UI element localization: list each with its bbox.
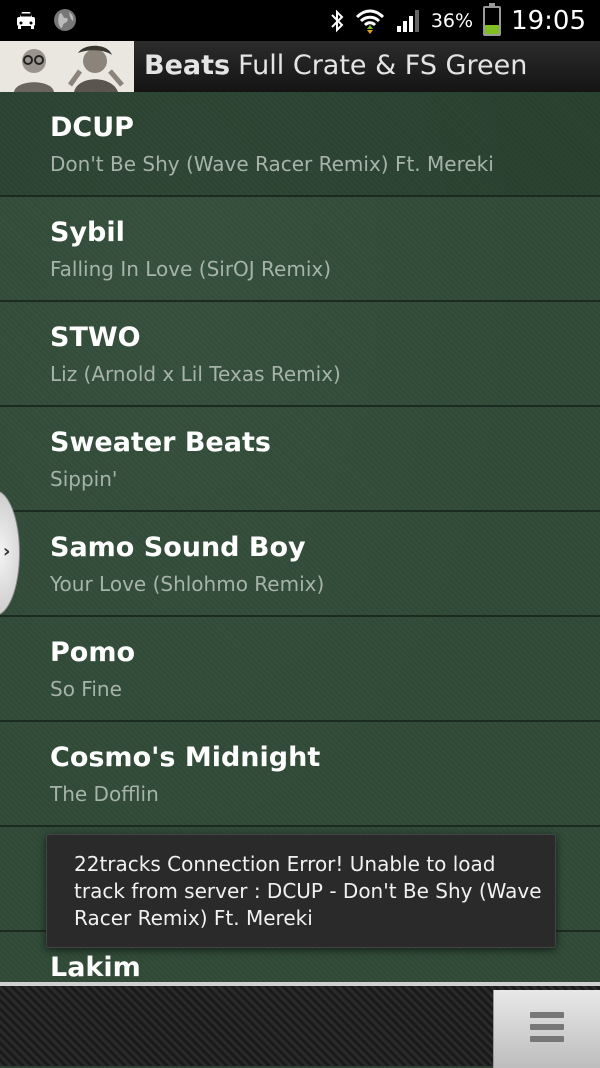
title-bar: Beats Full Crate & FS Green xyxy=(0,41,600,93)
track-title: Don't Be Shy (Wave Racer Remix) Ft. Mere… xyxy=(50,152,494,176)
signal-icon xyxy=(396,10,419,32)
track-row[interactable]: STWO Liz (Arnold x Lil Texas Remix) xyxy=(0,302,600,407)
toast-message: 22tracks Connection Error! Unable to loa… xyxy=(74,852,542,930)
track-artist: Samo Sound Boy xyxy=(50,532,306,563)
battery-icon xyxy=(483,3,502,36)
playlist-cover-art[interactable] xyxy=(0,41,134,92)
track-artist: Sybil xyxy=(50,217,125,248)
title-genre: Beats xyxy=(144,50,231,81)
error-toast: 22tracks Connection Error! Unable to loa… xyxy=(46,834,556,948)
track-row[interactable]: Samo Sound Boy Your Love (Shlohmo Remix) xyxy=(0,512,600,617)
menu-icon xyxy=(530,1012,564,1018)
track-artist: Sweater Beats xyxy=(50,427,271,458)
track-title: The Dofflin xyxy=(50,782,159,806)
track-row[interactable]: DCUP Don't Be Shy (Wave Racer Remix) Ft.… xyxy=(0,92,600,197)
track-title: Liz (Arnold x Lil Texas Remix) xyxy=(50,362,341,386)
track-title: Sippin' xyxy=(50,467,118,491)
track-artist: Cosmo's Midnight xyxy=(50,742,321,773)
wifi-icon xyxy=(355,9,384,34)
bluetooth-icon xyxy=(331,9,344,33)
menu-button[interactable] xyxy=(493,990,600,1068)
track-row[interactable]: Cosmo's Midnight The Dofflin xyxy=(0,722,600,827)
page-title: Beats Full Crate & FS Green xyxy=(144,50,527,81)
menu-icon-line xyxy=(530,1036,564,1042)
track-artist: Lakim xyxy=(50,952,141,982)
track-row[interactable]: Pomo So Fine xyxy=(0,617,600,722)
track-artist: DCUP xyxy=(50,112,134,143)
clock: 19:05 xyxy=(511,6,586,36)
car-mode-icon xyxy=(17,12,35,29)
track-artist: Pomo xyxy=(50,637,136,668)
title-playlist: Full Crate & FS Green xyxy=(238,50,528,81)
globe-icon xyxy=(54,9,76,31)
track-row[interactable]: Sweater Beats Sippin' xyxy=(0,407,600,512)
track-row[interactable]: Sybil Falling In Love (SirOJ Remix) xyxy=(0,197,600,302)
track-title: So Fine xyxy=(50,677,122,701)
track-title: Your Love (Shlohmo Remix) xyxy=(50,572,325,596)
chevron-right-icon: › xyxy=(3,541,11,562)
track-artist: STWO xyxy=(50,322,141,353)
battery-percent: 36% xyxy=(430,10,474,32)
menu-icon-line xyxy=(530,1024,564,1030)
player-bar xyxy=(0,982,600,1068)
track-title: Falling In Love (SirOJ Remix) xyxy=(50,257,332,281)
status-bar: 36% 19:05 xyxy=(0,0,600,41)
